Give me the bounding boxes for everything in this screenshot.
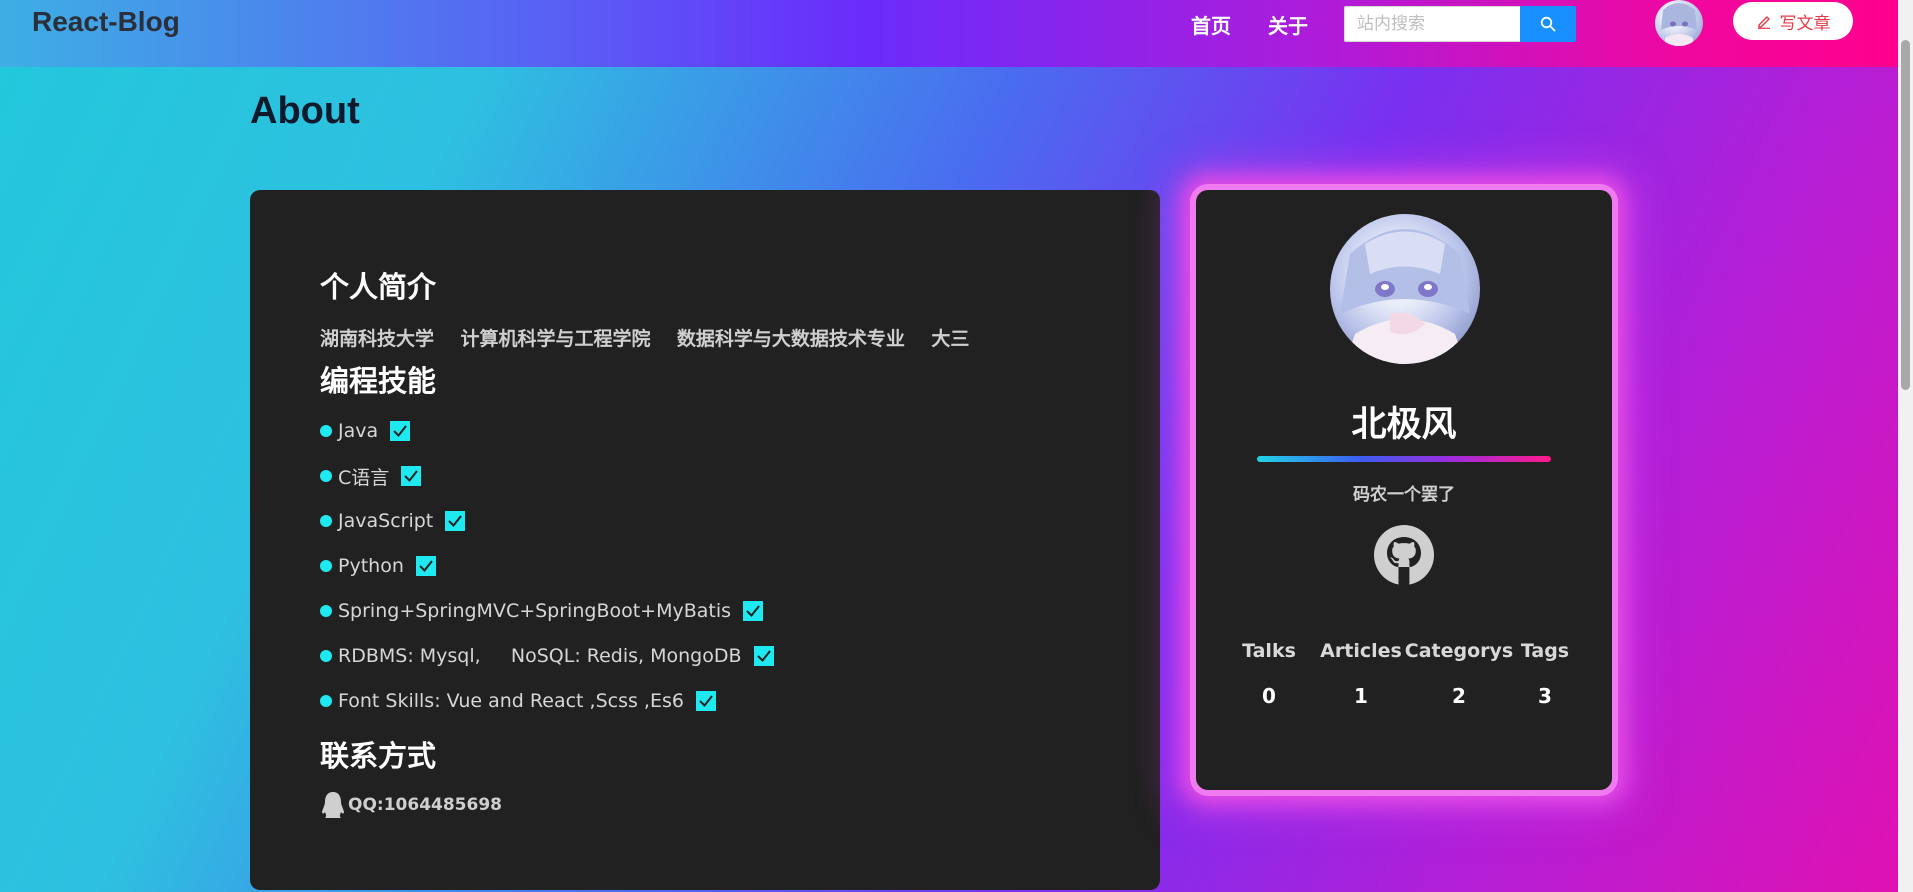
skill-item: Font Skills: Vue and React ,Scss ,Es6 <box>320 688 716 714</box>
intro-heading: 个人简介 <box>320 270 437 304</box>
search-button[interactable] <box>1520 6 1576 42</box>
bullet-dot-icon <box>320 650 332 662</box>
page-title: About <box>250 90 360 132</box>
bullet-dot-icon <box>320 605 332 617</box>
search-input[interactable] <box>1344 6 1520 42</box>
skill-label: C语言 <box>338 466 390 489</box>
profile-name: 北极风 <box>1351 405 1457 445</box>
stat-talks-label: Talks <box>1242 640 1296 662</box>
name-underline <box>1257 456 1551 462</box>
nav-home-link[interactable]: 首页 <box>1191 10 1231 39</box>
stat-articles-value: 1 <box>1354 684 1368 708</box>
skill-item: JavaScript <box>320 508 466 534</box>
checkmark-icon <box>415 556 436 576</box>
profile-card: 北极风 码农一个罢了 Talks Articles Categorys Tags… <box>1196 190 1612 790</box>
scrollbar-thumb[interactable] <box>1901 40 1910 390</box>
edit-icon <box>1757 16 1770 29</box>
bullet-dot-icon <box>320 470 332 482</box>
stat-tags-label: Tags <box>1520 640 1570 662</box>
profile-motto: 码农一个罢了 <box>1353 485 1455 505</box>
site-logo[interactable]: React-Blog <box>32 6 180 38</box>
write-article-label: 写文章 <box>1779 13 1831 34</box>
skill-item: Python <box>320 553 436 579</box>
checkmark-icon <box>390 421 411 441</box>
about-card: 个人简介 湖南科技大学 计算机科学与工程学院 数据科学与大数据技术专业 大三 编… <box>250 190 1160 890</box>
qq-number: QQ:1064485698 <box>348 795 502 815</box>
contact-qq: QQ:1064485698 <box>320 790 502 820</box>
stat-talks-value: 0 <box>1262 684 1276 708</box>
intro-text: 湖南科技大学 计算机科学与工程学院 数据科学与大数据技术专业 大三 <box>320 328 970 350</box>
skills-heading: 编程技能 <box>320 364 437 398</box>
nav-about-link[interactable]: 关于 <box>1268 10 1308 39</box>
checkmark-icon <box>445 511 466 531</box>
skill-item: RDBMS: Mysql, NoSQL: Redis, MongoDB <box>320 643 774 669</box>
skill-item: C语言 <box>320 463 422 489</box>
skill-label: Java <box>338 420 379 442</box>
bullet-dot-icon <box>320 695 332 707</box>
stat-articles-label: Articles <box>1320 640 1402 662</box>
skill-item: Spring+SpringMVC+SpringBoot+MyBatis <box>320 598 764 624</box>
skill-label: RDBMS: Mysql, NoSQL: Redis, MongoDB <box>338 645 742 667</box>
skill-label: Spring+SpringMVC+SpringBoot+MyBatis <box>338 600 732 622</box>
profile-avatar <box>1330 214 1480 364</box>
stat-tags-value: 3 <box>1538 684 1552 708</box>
bullet-dot-icon <box>320 560 332 572</box>
page-scrollbar[interactable] <box>1898 0 1913 892</box>
skill-item: Java <box>320 418 411 444</box>
bullet-dot-icon <box>320 425 332 437</box>
skill-label: Font Skills: Vue and React ,Scss ,Es6 <box>338 690 684 712</box>
skill-label: JavaScript <box>338 510 434 532</box>
checkmark-icon <box>401 466 422 486</box>
bullet-dot-icon <box>320 515 332 527</box>
write-article-button[interactable]: 写文章 <box>1733 2 1853 40</box>
qq-penguin-icon <box>322 792 344 818</box>
user-avatar[interactable] <box>1655 0 1703 46</box>
search-icon <box>1540 16 1556 32</box>
checkmark-icon <box>743 601 764 621</box>
checkmark-icon <box>753 646 774 666</box>
github-icon[interactable] <box>1374 525 1434 585</box>
skill-label: Python <box>338 555 404 577</box>
checkmark-icon <box>695 691 716 711</box>
top-nav-bar: React-Blog 首页 关于 写文章 <box>0 0 1913 67</box>
contact-heading: 联系方式 <box>320 739 437 773</box>
